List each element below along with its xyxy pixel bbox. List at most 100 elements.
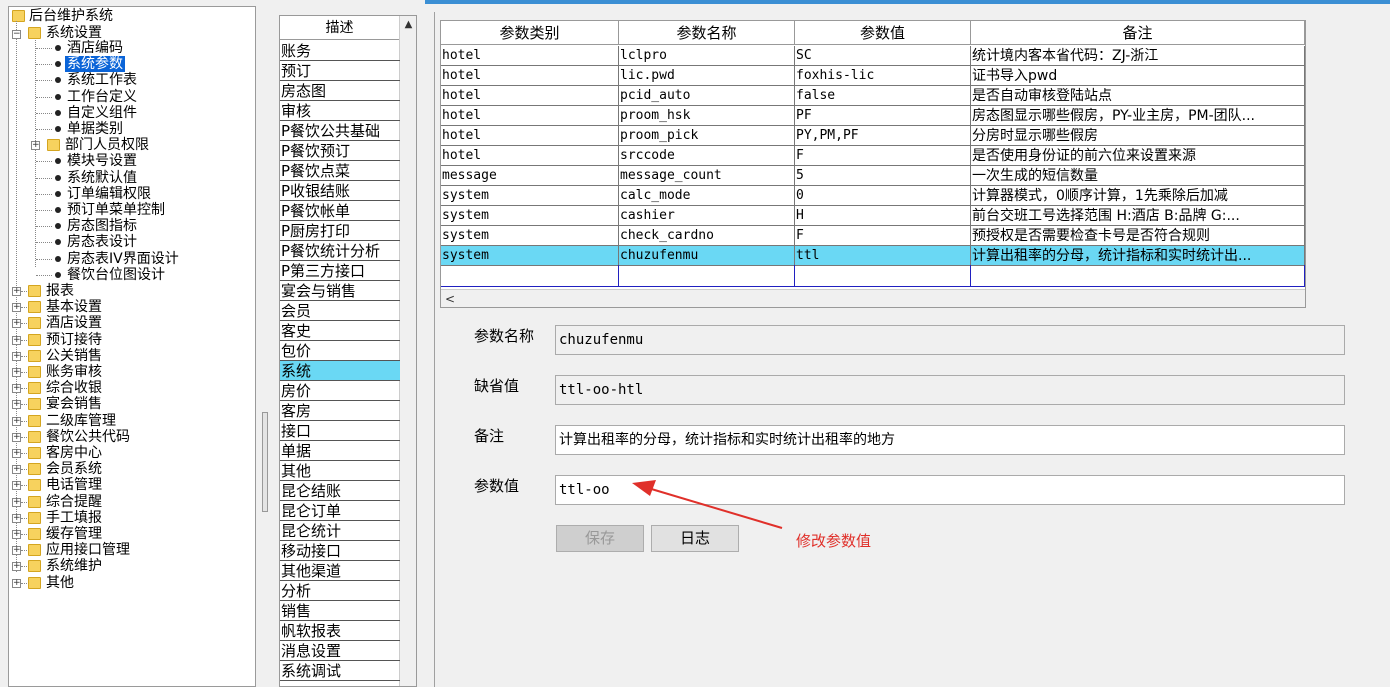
tree-group[interactable]: 预订接待 xyxy=(46,332,102,348)
table-cell[interactable]: 5 xyxy=(795,166,971,186)
table-cell[interactable]: foxhis-lic xyxy=(795,66,971,86)
new-row-cell[interactable] xyxy=(971,265,1305,287)
column-header-category[interactable]: 参数类别 xyxy=(441,21,619,45)
category-item[interactable]: P厨房打印 xyxy=(280,221,400,241)
table-cell[interactable]: proom_pick xyxy=(619,126,795,146)
table-row[interactable]: hotel lic.pwd foxhis-lic 证书导入pwd xyxy=(441,66,1305,86)
table-row[interactable]: hotel proom_pick PY,PM,PF 分房时显示哪些假房 xyxy=(441,126,1305,146)
expand-icon[interactable]: + xyxy=(12,432,21,442)
expand-icon[interactable]: + xyxy=(12,481,21,491)
table-row[interactable]: hotel srccode F 是否使用身份证的前六位来设置来源 xyxy=(441,146,1305,166)
table-cell[interactable]: 0 xyxy=(795,186,971,206)
tree-root[interactable]: 后台维护系统 xyxy=(29,8,113,24)
expand-icon[interactable]: + xyxy=(31,141,40,151)
table-cell[interactable]: system xyxy=(441,246,619,266)
tree-item[interactable]: 房态表IV界面设计 xyxy=(65,251,181,267)
table-cell[interactable]: 是否使用身份证的前六位来设置来源 xyxy=(971,146,1305,166)
tree-item[interactable]: 餐饮台位图设计 xyxy=(65,267,167,283)
tree-group[interactable]: 系统维护 xyxy=(46,558,102,574)
panel-splitter[interactable] xyxy=(262,412,268,512)
table-cell[interactable]: 统计境内客本省代码：ZJ-浙江 xyxy=(971,46,1305,66)
tree-group[interactable]: 缓存管理 xyxy=(46,526,102,542)
category-item[interactable]: 昆仑订单 xyxy=(280,501,400,521)
tree-group[interactable]: 基本设置 xyxy=(46,299,102,315)
expand-icon[interactable]: + xyxy=(12,416,21,426)
param-name-field[interactable]: chuzufenmu xyxy=(555,325,1345,355)
grid-horizontal-scrollbar[interactable]: < xyxy=(441,289,1305,307)
table-row[interactable]: system chuzufenmu ttl 计算出租率的分母，统计指标和实时统计出..… xyxy=(441,246,1305,266)
table-cell[interactable]: 前台交班工号选择范围 H:酒店 B:品牌 G:... xyxy=(971,206,1305,226)
category-item[interactable]: 宴会与销售 xyxy=(280,281,400,301)
expand-icon[interactable]: + xyxy=(12,335,21,345)
table-cell[interactable]: hotel xyxy=(441,66,619,86)
table-cell[interactable]: H xyxy=(795,206,971,226)
category-item[interactable]: 消息设置 xyxy=(280,641,400,661)
table-cell[interactable]: srccode xyxy=(619,146,795,166)
category-item[interactable]: P餐饮公共基础 xyxy=(280,121,400,141)
column-header-name[interactable]: 参数名称 xyxy=(619,21,795,45)
tree-group[interactable]: 账务审核 xyxy=(46,364,102,380)
table-cell[interactable]: 预授权是否需要检查卡号是否符合规则 xyxy=(971,226,1305,246)
tree-item[interactable]: 单据类别 xyxy=(65,121,125,137)
tree-item[interactable]: 预订单菜单控制 xyxy=(65,202,167,218)
scroll-up-icon[interactable]: ▲ xyxy=(400,16,416,34)
expand-icon[interactable]: + xyxy=(12,530,21,539)
collapse-icon[interactable]: − xyxy=(12,30,21,39)
category-item[interactable]: P收银结账 xyxy=(280,181,400,201)
table-cell[interactable]: 证书导入pwd xyxy=(971,66,1305,86)
table-cell[interactable]: 分房时显示哪些假房 xyxy=(971,126,1305,146)
table-cell[interactable]: F xyxy=(795,146,971,166)
tree-item[interactable]: 房态图指标 xyxy=(65,218,139,234)
expand-icon[interactable]: + xyxy=(12,513,21,523)
table-cell[interactable]: calc_mode xyxy=(619,186,795,206)
table-row[interactable]: message message_count 5 一次生成的短信数量 xyxy=(441,166,1305,186)
category-item[interactable]: 客房 xyxy=(280,401,400,421)
table-cell[interactable]: pcid_auto xyxy=(619,86,795,106)
expand-icon[interactable]: + xyxy=(12,319,21,329)
tree-group[interactable]: 酒店设置 xyxy=(46,315,102,331)
tree-group[interactable]: 二级库管理 xyxy=(46,413,116,429)
navigation-tree[interactable]: 后台维护系统 − 系统设置 酒店编码 系统参数 系统工作表 工作台定义 自定义组件 单据类别 + 部… xyxy=(8,6,256,687)
table-cell[interactable]: check_cardno xyxy=(619,226,795,246)
table-cell[interactable]: system xyxy=(441,206,619,226)
expand-icon[interactable]: + xyxy=(12,562,21,572)
table-cell[interactable]: F xyxy=(795,226,971,246)
category-item[interactable]: 审核 xyxy=(280,101,400,121)
tree-group[interactable]: 综合收银 xyxy=(46,380,102,396)
category-list[interactable]: 描述 ▲ 账务 预订 房态图 审核 P餐饮公共基础 P餐饮预订 P餐饮点菜 P收银结账 P餐饮帐… xyxy=(279,15,417,687)
table-cell[interactable]: proom_hsk xyxy=(619,106,795,126)
tree-item[interactable]: 自定义组件 xyxy=(65,105,139,121)
table-row[interactable]: system check_cardno F 预授权是否需要检查卡号是否符合规则 xyxy=(441,226,1305,246)
category-item[interactable]: 房价 xyxy=(280,381,400,401)
category-item[interactable]: 预订 xyxy=(280,61,400,81)
expand-icon[interactable]: + xyxy=(12,497,21,507)
category-item[interactable]: 账务 xyxy=(280,41,400,61)
table-cell[interactable]: lclpro xyxy=(619,46,795,66)
table-row[interactable]: system calc_mode 0 计算器模式，0顺序计算，1先乘除后加减 xyxy=(441,186,1305,206)
category-item[interactable]: 分析 xyxy=(280,581,400,601)
column-header-value[interactable]: 参数值 xyxy=(795,21,971,45)
category-item[interactable]: P第三方接口 xyxy=(280,261,400,281)
tree-group[interactable]: 手工填报 xyxy=(46,510,102,526)
category-item[interactable]: 移动接口 xyxy=(280,541,400,561)
new-row-cell[interactable] xyxy=(619,265,795,287)
default-value-field[interactable]: ttl-oo-htl xyxy=(555,375,1345,405)
table-cell[interactable]: chuzufenmu xyxy=(619,246,795,266)
table-cell[interactable]: SC xyxy=(795,46,971,66)
tree-item[interactable]: 系统默认值 xyxy=(65,170,139,186)
category-item[interactable]: 单据 xyxy=(280,441,400,461)
table-cell[interactable]: hotel xyxy=(441,106,619,126)
tree-group[interactable]: 电话管理 xyxy=(46,477,102,493)
category-item[interactable]: 昆仑统计 xyxy=(280,521,400,541)
table-row[interactable]: hotel proom_hsk PF 房态图显示哪些假房，PY-业主房，PM-团队..… xyxy=(441,106,1305,126)
expand-icon[interactable]: + xyxy=(12,546,21,556)
category-item[interactable]: 帆软报表 xyxy=(280,621,400,641)
remark-field[interactable]: 计算出租率的分母，统计指标和实时统计出租率的地方 xyxy=(555,425,1345,455)
category-item[interactable]: 包价 xyxy=(280,341,400,361)
table-cell[interactable]: hotel xyxy=(441,46,619,66)
tree-item[interactable]: 房态表设计 xyxy=(65,234,139,250)
tree-group[interactable]: 其他 xyxy=(46,575,74,591)
category-item[interactable]: 系统调试 xyxy=(280,661,400,681)
expand-icon[interactable]: + xyxy=(12,449,21,458)
table-cell[interactable]: 计算器模式，0顺序计算，1先乘除后加减 xyxy=(971,186,1305,206)
